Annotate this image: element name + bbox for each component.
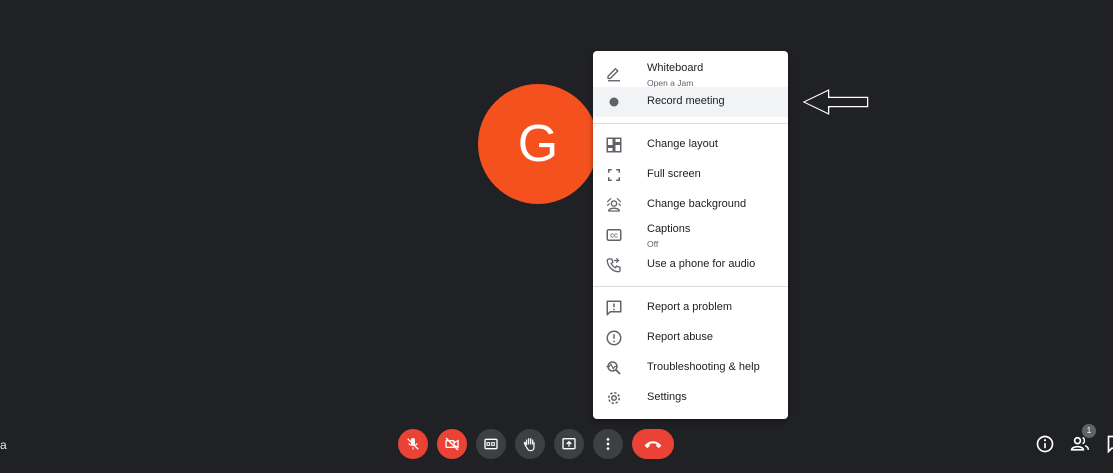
menu-item-label: Report abuse xyxy=(647,331,714,343)
present-icon xyxy=(561,436,577,452)
menu-item-change-background[interactable]: Change background xyxy=(593,190,788,220)
feedback-icon xyxy=(605,299,623,317)
settings-icon xyxy=(605,389,623,407)
present-button[interactable] xyxy=(554,429,584,459)
menu-item-troubleshooting[interactable]: Troubleshooting & help xyxy=(593,353,788,383)
participant-avatar: G xyxy=(478,84,598,204)
camera-toggle-button[interactable] xyxy=(437,429,467,459)
more-options-icon xyxy=(600,436,616,452)
pencil-icon xyxy=(605,65,623,83)
menu-item-label: Full screen xyxy=(647,168,701,180)
end-call-icon xyxy=(643,438,663,450)
mic-toggle-button[interactable] xyxy=(398,429,428,459)
alert-icon xyxy=(605,329,623,347)
menu-item-label: Record meeting xyxy=(647,95,725,107)
raise-hand-button[interactable] xyxy=(515,429,545,459)
menu-item-label: Troubleshooting & help xyxy=(647,361,760,373)
menu-item-label: Settings xyxy=(647,391,687,403)
menu-item-report-problem[interactable]: Report a problem xyxy=(593,293,788,323)
menu-item-full-screen[interactable]: Full screen xyxy=(593,160,788,190)
menu-item-phone-audio[interactable]: Use a phone for audio xyxy=(593,250,788,280)
background-icon xyxy=(605,196,623,214)
svg-text:CC: CC xyxy=(610,234,618,240)
chat-icon xyxy=(1106,434,1113,454)
menu-item-record-meeting[interactable]: Record meeting xyxy=(593,87,788,117)
more-options-button[interactable] xyxy=(593,429,623,459)
menu-item-settings[interactable]: Settings xyxy=(593,383,788,413)
menu-item-label: Change layout xyxy=(647,138,718,150)
menu-divider xyxy=(593,286,788,287)
phone-audio-icon xyxy=(605,256,623,274)
menu-item-label: Captions xyxy=(647,223,691,235)
menu-item-label: Change background xyxy=(647,198,747,210)
menu-item-whiteboard[interactable]: Whiteboard Open a Jam xyxy=(593,59,788,89)
captions-icon xyxy=(483,436,499,452)
menu-item-sublabel: Off xyxy=(647,239,659,249)
menu-item-report-abuse[interactable]: Report abuse xyxy=(593,323,788,353)
menu-item-label: Use a phone for audio xyxy=(647,258,756,270)
participant-count-badge: 1 xyxy=(1082,424,1096,438)
meeting-name-fragment: a xyxy=(0,438,7,452)
menu-item-label: Whiteboard xyxy=(647,62,704,74)
menu-item-change-layout[interactable]: Change layout xyxy=(593,130,788,160)
fullscreen-icon xyxy=(605,166,623,184)
end-call-button[interactable] xyxy=(632,429,674,459)
menu-item-label: Report a problem xyxy=(647,301,732,313)
more-options-menu: Whiteboard Open a Jam Record meeting Cha… xyxy=(593,51,788,419)
menu-divider xyxy=(593,123,788,124)
info-icon xyxy=(1035,434,1055,454)
meeting-details-button[interactable] xyxy=(1035,434,1055,454)
mic-off-icon xyxy=(405,436,421,452)
record-icon xyxy=(605,93,623,111)
chat-button[interactable] xyxy=(1106,434,1113,454)
raise-hand-icon xyxy=(522,436,538,452)
troubleshoot-icon xyxy=(605,359,623,377)
captions-icon: CC xyxy=(605,226,623,244)
layout-icon xyxy=(605,136,623,154)
meeting-stage: G Whiteboard Open a Jam Record meeting C… xyxy=(0,0,1113,473)
captions-button[interactable] xyxy=(476,429,506,459)
arrow-left-outline-icon xyxy=(799,86,871,118)
menu-item-captions[interactable]: CC Captions Off xyxy=(593,220,788,250)
camera-off-icon xyxy=(444,436,460,452)
